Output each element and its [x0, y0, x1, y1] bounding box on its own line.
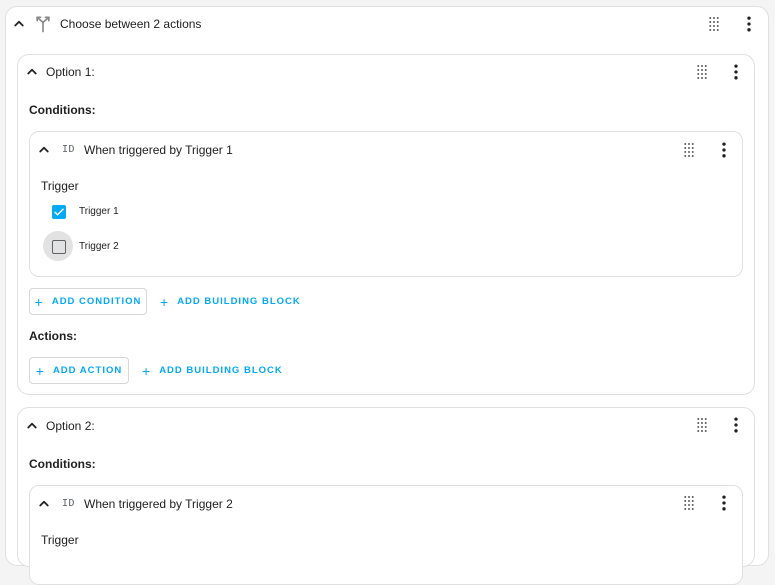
drag-handle-icon[interactable] [690, 413, 714, 437]
trigger-2-checkbox[interactable] [52, 240, 66, 254]
condition-title: When triggered by Trigger 1 [84, 143, 233, 157]
trigger-field-label: Trigger [41, 179, 79, 193]
plus-icon: + [160, 293, 170, 310]
drag-handle-icon[interactable] [677, 491, 701, 515]
conditions-label: Conditions: [29, 103, 96, 117]
more-vertical-icon [714, 493, 734, 513]
choose-title: Choose between 2 actions [60, 17, 202, 31]
plus-icon: + [35, 362, 45, 379]
actions-label: Actions: [29, 329, 77, 343]
chevron-up-icon [23, 417, 41, 435]
trigger-1-label: Trigger 1 [79, 206, 119, 217]
add-action-label: ADD ACTION [52, 365, 123, 376]
chevron-up-icon [35, 495, 53, 513]
check-icon [54, 208, 64, 216]
drag-handle-icon[interactable] [677, 138, 701, 162]
chevron-up-icon [23, 63, 41, 81]
option-2-title: Option 2: [46, 419, 95, 433]
add-condition-label: ADD CONDITION [51, 296, 142, 307]
drag-handle-icon[interactable] [702, 12, 726, 36]
add-action-building-block-button[interactable]: + ADD BUILDING BLOCK [142, 357, 283, 384]
add-building-block-label: ADD BUILDING BLOCK [177, 296, 301, 307]
more-vertical-icon [726, 62, 746, 82]
trigger-id-icon: ID [62, 498, 76, 509]
more-vertical-icon [739, 14, 759, 34]
split-arrows-icon [31, 12, 55, 36]
collapse-choose-button[interactable] [9, 14, 29, 34]
option-1-title: Option 1: [46, 65, 95, 79]
drag-handle-icon[interactable] [690, 60, 714, 84]
condition-title: When triggered by Trigger 2 [84, 497, 233, 511]
trigger-1-checkbox[interactable] [52, 205, 66, 219]
option-1-menu-button[interactable] [724, 60, 748, 84]
add-action-building-block-label: ADD BUILDING BLOCK [159, 365, 283, 376]
condition-menu-button[interactable] [712, 491, 736, 515]
option-2-menu-button[interactable] [724, 413, 748, 437]
plus-icon: + [142, 362, 152, 379]
add-action-button[interactable]: + ADD ACTION [29, 357, 129, 384]
trigger-2-label: Trigger 2 [79, 241, 119, 252]
more-menu-button[interactable] [737, 12, 761, 36]
trigger-id-icon: ID [62, 144, 76, 155]
collapse-option-1-button[interactable] [22, 62, 42, 82]
add-condition-button[interactable]: + ADD CONDITION [29, 288, 147, 315]
more-vertical-icon [726, 415, 746, 435]
condition-menu-button[interactable] [712, 138, 736, 162]
trigger-field-label: Trigger [41, 533, 79, 547]
collapse-condition-button[interactable] [34, 140, 54, 160]
chevron-up-icon [10, 15, 28, 33]
chevron-up-icon [35, 141, 53, 159]
conditions-label: Conditions: [29, 457, 96, 471]
plus-icon: + [34, 293, 44, 310]
more-vertical-icon [714, 140, 734, 160]
add-building-block-button[interactable]: + ADD BUILDING BLOCK [160, 288, 301, 315]
collapse-condition-button[interactable] [34, 494, 54, 514]
collapse-option-2-button[interactable] [22, 416, 42, 436]
